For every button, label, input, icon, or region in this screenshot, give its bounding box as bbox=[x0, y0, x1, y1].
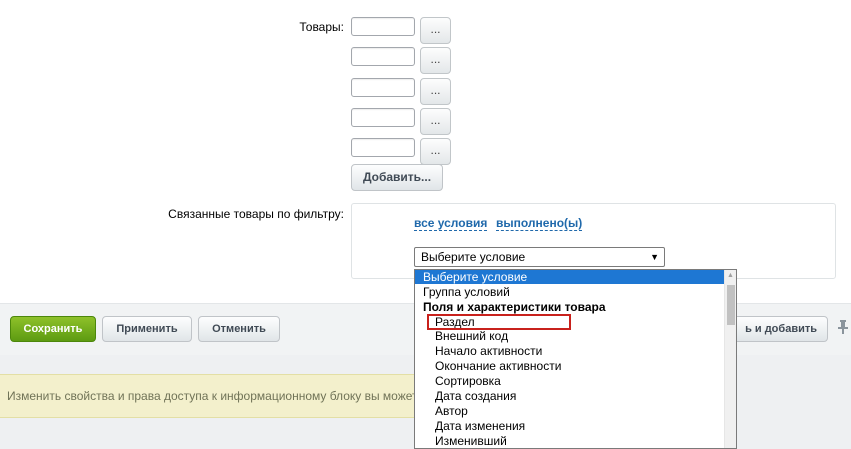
pin-icon[interactable] bbox=[838, 320, 848, 334]
scroll-up-icon[interactable]: ▲ bbox=[727, 272, 734, 279]
cancel-button[interactable]: Отменить bbox=[198, 316, 280, 342]
product-picker-button-1[interactable]: ... bbox=[420, 17, 451, 44]
product-picker-button-3[interactable]: ... bbox=[420, 78, 451, 105]
products-label: Товары: bbox=[299, 20, 344, 34]
info-banner: Изменить свойства и права доступа к инфо… bbox=[0, 374, 414, 418]
dropdown-option[interactable]: Дата изменения bbox=[415, 419, 525, 433]
add-product-button[interactable]: Добавить... bbox=[351, 164, 443, 191]
product-input-4[interactable] bbox=[351, 108, 415, 127]
fulfilled-link[interactable]: выполнено(ы) bbox=[496, 217, 583, 231]
dropdown-option[interactable]: Окончание активности bbox=[415, 359, 561, 373]
product-picker-button-4[interactable]: ... bbox=[420, 108, 451, 135]
dropdown-option[interactable]: Сортировка bbox=[415, 374, 501, 388]
product-input-3[interactable] bbox=[351, 78, 415, 97]
all-conditions-link[interactable]: все условия bbox=[414, 217, 488, 231]
product-input-2[interactable] bbox=[351, 47, 415, 66]
dropdown-arrow-icon: ▼ bbox=[650, 252, 659, 262]
scrollbar-thumb[interactable] bbox=[727, 285, 735, 325]
condition-select[interactable]: Выберите условие ▼ bbox=[414, 247, 665, 267]
dropdown-option[interactable]: Выберите условие bbox=[415, 270, 732, 284]
dropdown-option[interactable]: Группа условий bbox=[415, 285, 510, 299]
apply-button[interactable]: Применить bbox=[102, 316, 192, 342]
product-input-1[interactable] bbox=[351, 17, 415, 36]
condition-select-value: Выберите условие bbox=[421, 250, 526, 264]
dropdown-option[interactable]: Начало активности bbox=[415, 344, 542, 358]
product-picker-button-2[interactable]: ... bbox=[420, 47, 451, 74]
dropdown-option[interactable]: Изменивший bbox=[415, 434, 507, 448]
save-button[interactable]: Сохранить bbox=[10, 316, 96, 342]
dropdown-option[interactable]: Дата создания bbox=[415, 389, 516, 403]
dropdown-option[interactable]: Автор bbox=[415, 404, 468, 418]
related-filter-label: Связанные товары по фильтру: bbox=[168, 207, 344, 221]
filter-conditions-panel bbox=[351, 203, 836, 279]
product-input-5[interactable] bbox=[351, 138, 415, 157]
dropdown-option[interactable]: Внешний код bbox=[415, 329, 508, 343]
dropdown-option[interactable]: Раздел bbox=[415, 315, 475, 329]
condition-dropdown-list[interactable]: Выберите условие Группа условий Поля и х… bbox=[414, 269, 737, 449]
save-and-add-button[interactable]: ь и добавить bbox=[722, 316, 828, 342]
dropdown-scrollbar[interactable]: ▲ bbox=[724, 270, 736, 448]
save-and-add-label: ь и добавить bbox=[745, 323, 817, 335]
dropdown-group-header: Поля и характеристики товара bbox=[423, 300, 606, 314]
product-picker-button-5[interactable]: ... bbox=[420, 138, 451, 165]
